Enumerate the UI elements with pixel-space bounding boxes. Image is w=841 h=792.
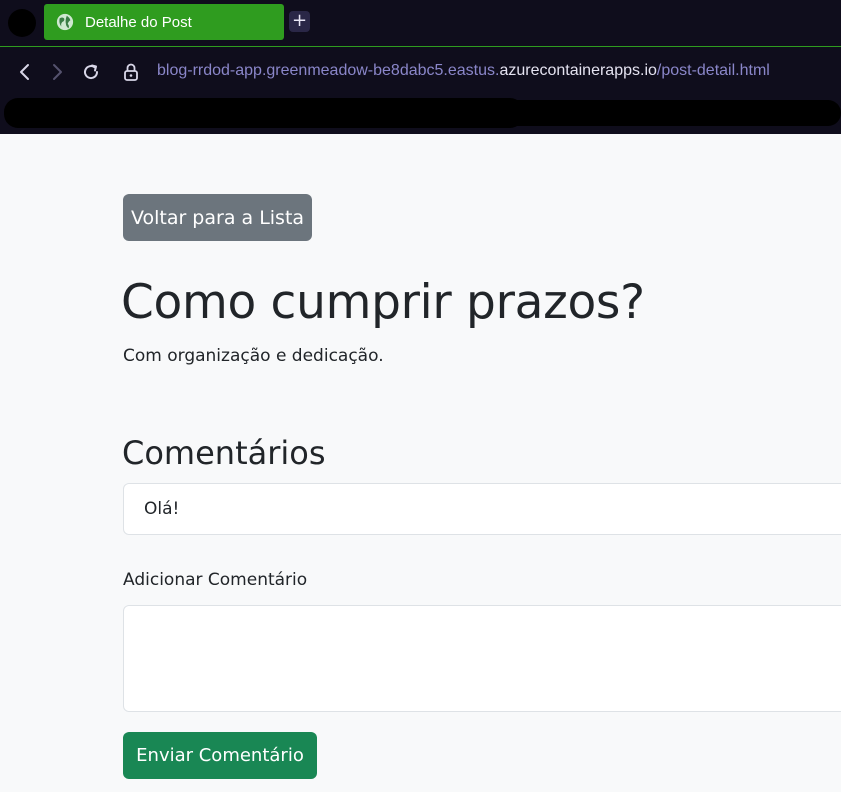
new-tab-button[interactable]: + [289, 11, 310, 32]
comments-heading: Comentários [122, 434, 326, 472]
tab-title: Detalhe do Post [85, 13, 192, 31]
post-content: Com organização e dedicação. [123, 346, 384, 366]
globe-icon [56, 13, 74, 31]
submit-comment-button[interactable]: Enviar Comentário [123, 732, 317, 779]
add-comment-label: Adicionar Comentário [123, 570, 308, 590]
browser-tab-active[interactable]: Detalhe do Post [44, 4, 284, 40]
redaction-block [380, 100, 841, 126]
post-title: Como cumprir prazos? [121, 275, 645, 330]
profile-avatar[interactable] [8, 9, 36, 37]
browser-tab-strip: Detalhe do Post + [0, 0, 841, 46]
forward-nav-button[interactable] [46, 61, 68, 83]
lock-icon [124, 63, 138, 81]
comment-item: Olá! [123, 483, 841, 535]
back-nav-button[interactable] [14, 61, 36, 83]
bookmarks-bar-redacted [0, 96, 841, 134]
url-domain: azurecontainerapps.io [499, 62, 657, 79]
url-field[interactable]: blog-rrdod-app.greenmeadow-be8dabc5.east… [157, 62, 770, 80]
url-prefix: blog-rrdod-app.greenmeadow-be8dabc5.east… [157, 62, 500, 79]
address-bar-row: blog-rrdod-app.greenmeadow-be8dabc5.east… [0, 46, 841, 96]
reload-button[interactable] [80, 61, 102, 83]
comment-textarea[interactable] [123, 605, 841, 712]
url-path: /post-detail.html [656, 62, 770, 79]
reload-icon [84, 64, 99, 80]
chevron-right-icon [53, 64, 62, 80]
site-info-button[interactable] [120, 61, 142, 83]
back-to-list-button[interactable]: Voltar para a Lista [123, 194, 312, 241]
chevron-left-icon [20, 64, 29, 80]
post-detail-page: Voltar para a Lista Como cumprir prazos?… [0, 134, 841, 792]
